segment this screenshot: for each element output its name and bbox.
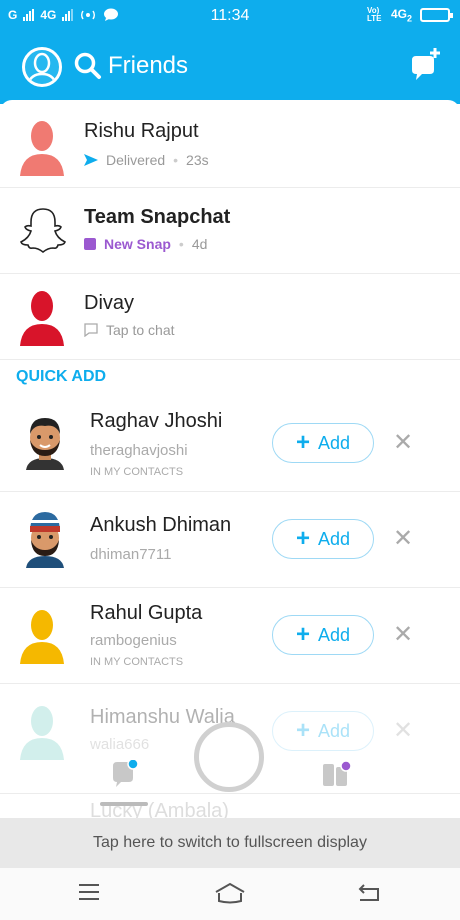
- add-friend-button[interactable]: + Add: [272, 711, 374, 751]
- dismiss-button[interactable]: ✕: [392, 621, 414, 648]
- quick-add-username: rambogenius: [90, 632, 177, 649]
- quick-add-note: IN MY CONTACTS: [90, 466, 184, 478]
- friend-avatar-icon: [20, 610, 64, 664]
- add-label: Add: [317, 432, 351, 453]
- friend-status: New Snap • 4d: [84, 236, 207, 252]
- home-nav-button[interactable]: [214, 882, 245, 906]
- profile-avatar-button[interactable]: [22, 47, 62, 87]
- status-bar: G 4G 11:34 Vo) LTE 4G2: [0, 0, 460, 32]
- plus-icon: +: [295, 717, 310, 744]
- friend-name: Team Snapchat: [84, 206, 231, 228]
- add-label: Add: [317, 528, 351, 549]
- quick-add-row: Ankush Dhiman dhiman7711 + Add ✕: [0, 492, 460, 588]
- chat-icon: [113, 758, 139, 787]
- add-label: Add: [317, 720, 351, 741]
- quick-add-label: QUICK ADD: [16, 368, 107, 385]
- search-icon: [74, 52, 101, 79]
- chat-bubble-icon: [84, 323, 98, 337]
- back-nav-button[interactable]: [356, 882, 386, 906]
- home-icon: [215, 882, 245, 904]
- plus-icon: +: [295, 429, 310, 456]
- quick-add-name: Rahul Gupta: [90, 602, 203, 624]
- swipe-indicator: [100, 802, 148, 806]
- profile-avatar-icon: [26, 52, 58, 84]
- close-icon: ✕: [392, 525, 414, 552]
- discover-icon: [323, 760, 352, 786]
- friend-avatar-icon: [20, 706, 64, 760]
- menu-nav-button[interactable]: [76, 882, 106, 906]
- friend-time: 4d: [191, 236, 208, 252]
- add-friend-button[interactable]: + Add: [272, 519, 374, 559]
- add-label: Add: [317, 624, 351, 645]
- friend-status: Tap to chat: [84, 322, 175, 338]
- dismiss-button[interactable]: ✕: [392, 525, 414, 552]
- back-icon: [358, 884, 379, 901]
- close-icon: ✕: [392, 717, 414, 744]
- status-right: Vo) LTE 4G2: [366, 6, 453, 24]
- new-chat-button[interactable]: [410, 46, 442, 87]
- add-friend-button[interactable]: + Add: [272, 423, 374, 463]
- dismiss-button[interactable]: ✕: [392, 429, 414, 456]
- menu-icon: [79, 884, 99, 900]
- quick-add-username: walia666: [90, 736, 150, 753]
- quick-add-name: Raghav Jhoshi: [90, 410, 223, 432]
- separator-dot: •: [178, 236, 184, 252]
- delivered-arrow-icon: [84, 154, 98, 166]
- quick-add-username: theraghavjoshi: [90, 442, 188, 459]
- new-snap-text: New Snap: [104, 236, 171, 252]
- search-button[interactable]: [74, 52, 102, 85]
- fullscreen-prompt[interactable]: Tap here to switch to fullscreen display: [0, 818, 460, 868]
- header: Friends: [0, 32, 460, 110]
- quick-add-row: Rahul Gupta rambogenius IN MY CONTACTS +…: [0, 588, 460, 684]
- separator-dot: •: [173, 152, 179, 168]
- page-title: Friends: [108, 52, 189, 79]
- friend-avatar-icon: [20, 121, 64, 176]
- friend-status-text: Delivered: [106, 152, 166, 168]
- partial-row: Lucky (Ambala): [0, 794, 460, 818]
- friend-row[interactable]: Divay Tap to chat: [0, 274, 460, 360]
- close-icon: ✕: [392, 621, 414, 648]
- friend-row[interactable]: Rishu Rajput Delivered • 23s: [0, 104, 460, 188]
- friend-name: Rishu Rajput: [84, 120, 199, 142]
- volte-label: Vo) LTE: [366, 6, 382, 24]
- discover-nav-button[interactable]: [323, 760, 353, 793]
- quick-add-username: dhiman7711: [90, 546, 172, 563]
- close-icon: ✕: [392, 429, 414, 456]
- chat-nav-button[interactable]: [113, 758, 139, 793]
- quick-add-row: Raghav Jhoshi theraghavjoshi IN MY CONTA…: [0, 396, 460, 492]
- friend-name: Divay: [84, 292, 135, 314]
- snapchat-ghost-icon: [20, 208, 66, 254]
- friend-status-text: Tap to chat: [106, 322, 175, 338]
- plus-icon: +: [295, 621, 310, 648]
- add-friend-button[interactable]: + Add: [272, 615, 374, 655]
- new-chat-icon: [412, 48, 440, 80]
- dismiss-button[interactable]: ✕: [392, 717, 414, 744]
- quick-add-note: IN MY CONTACTS: [90, 656, 184, 668]
- quick-add-name: Ankush Dhiman: [90, 514, 232, 536]
- bitmoji-avatar-icon: [26, 418, 64, 470]
- friend-row[interactable]: Team Snapchat New Snap • 4d: [0, 188, 460, 274]
- camera-capture-button[interactable]: [194, 722, 264, 792]
- battery-icon: [420, 8, 453, 23]
- friend-time: 23s: [186, 152, 209, 168]
- new-snap-square-icon: [84, 238, 96, 250]
- network-type-label: 4G2: [390, 7, 412, 24]
- bitmoji-avatar-icon: [26, 512, 64, 568]
- system-nav-bar: [0, 868, 460, 920]
- friend-status: Delivered • 23s: [84, 152, 209, 168]
- friend-avatar-icon: [20, 291, 64, 346]
- plus-icon: +: [295, 525, 310, 552]
